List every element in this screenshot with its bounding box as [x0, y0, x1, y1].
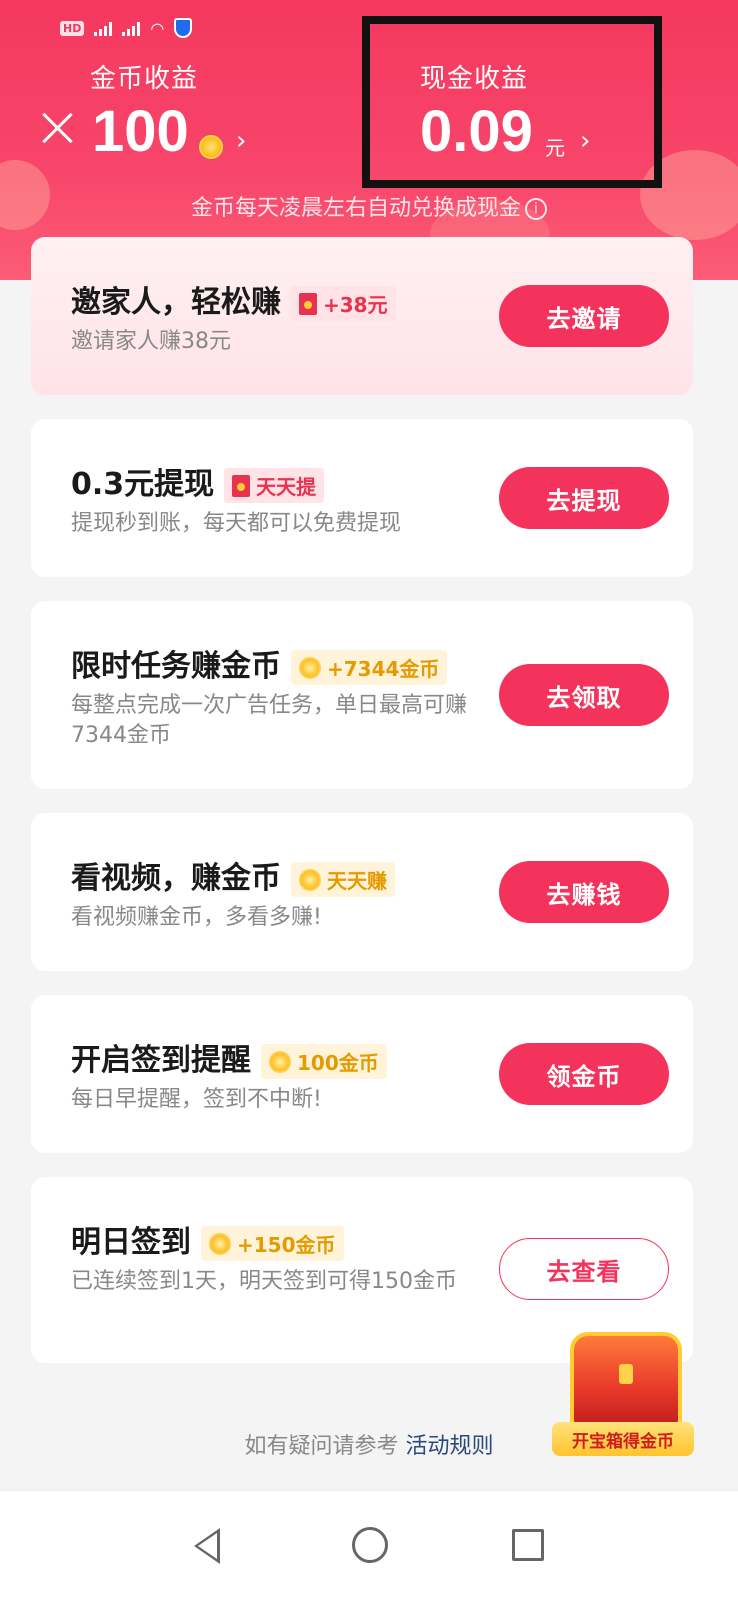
badge-text: 天天赚 — [327, 869, 387, 893]
back-icon[interactable] — [194, 1528, 220, 1564]
chevron-right-icon[interactable]: › — [236, 126, 246, 156]
badge-text: +7344金币 — [327, 657, 440, 681]
badge-text: 100金币 — [297, 1051, 379, 1075]
rules-link[interactable]: 活动规则 — [406, 1434, 494, 1459]
task-card-reminder: 开启签到提醒 100金币 每日早提醒，签到不中断! 领金币 — [31, 995, 693, 1153]
task-badge: +150金币 — [201, 1226, 344, 1261]
info-icon[interactable]: i — [525, 198, 547, 220]
task-title: 限时任务赚金币 +7344金币 — [71, 641, 448, 685]
task-desc: 提现秒到账，每天都可以免费提现 — [71, 511, 402, 536]
task-card-limited: 限时任务赚金币 +7344金币 每整点完成一次广告任务，单日最高可赚7344金币 … — [31, 601, 693, 789]
red-envelope-icon — [232, 474, 251, 497]
task-desc: 邀请家人赚38元 — [71, 329, 231, 354]
task-card-invite: 邀家人，轻松赚 +38元 邀请家人赚38元 去邀请 — [31, 237, 693, 395]
coin-earnings-value[interactable]: 100 — [92, 98, 189, 165]
task-desc: 每整点完成一次广告任务，单日最高可赚7344金币 — [71, 693, 468, 748]
exchange-note: 金币每天凌晨左右自动兑换成现金 i — [0, 190, 738, 222]
task-desc: 看视频赚金币，多看多赚! — [71, 905, 322, 930]
treasure-chest-button[interactable]: 开宝箱得金币 — [552, 1312, 702, 1472]
task-title: 0.3元提现 天天提 — [71, 459, 325, 503]
task-title: 明日签到 +150金币 — [71, 1217, 344, 1261]
coin-icon — [299, 868, 321, 891]
close-icon[interactable] — [38, 108, 78, 148]
coin-icon — [299, 656, 321, 679]
hd-icon: HD — [60, 20, 85, 36]
task-desc: 已连续签到1天，明天签到可得150金币 — [71, 1269, 457, 1294]
task-card-video: 看视频，赚金币 天天赚 看视频赚金币，多看多赚! 去赚钱 — [31, 813, 693, 971]
task-title-text: 明日签到 — [71, 1225, 191, 1260]
task-title: 邀家人，轻松赚 +38元 — [71, 277, 396, 321]
withdraw-button[interactable]: 去提现 — [499, 467, 669, 529]
claim-button[interactable]: 去领取 — [499, 664, 669, 726]
highlight-box — [362, 16, 662, 188]
status-bar: HD ◠ — [60, 16, 193, 40]
treasure-chest-label: 开宝箱得金币 — [552, 1422, 694, 1456]
task-badge: +7344金币 — [291, 650, 448, 685]
recent-apps-icon[interactable] — [512, 1529, 544, 1561]
badge-text: +38元 — [323, 293, 388, 317]
system-nav-bar — [0, 1490, 738, 1600]
task-desc: 每日早提醒，签到不中断! — [71, 1087, 322, 1112]
view-button[interactable]: 去查看 — [499, 1238, 669, 1300]
task-title-text: 限时任务赚金币 — [71, 649, 281, 684]
badge-text: 天天提 — [256, 475, 317, 499]
home-icon[interactable] — [352, 1527, 388, 1563]
task-title: 开启签到提醒 100金币 — [71, 1035, 387, 1079]
rules-note-text: 如有疑问请参考 — [244, 1434, 399, 1459]
get-coins-button[interactable]: 领金币 — [499, 1043, 669, 1105]
wifi-icon: ◠ — [150, 18, 165, 38]
task-card-withdraw: 0.3元提现 天天提 提现秒到账，每天都可以免费提现 去提现 — [31, 419, 693, 577]
task-badge: 天天赚 — [291, 862, 395, 897]
task-title: 看视频，赚金币 天天赚 — [71, 853, 395, 897]
treasure-chest-icon — [570, 1332, 682, 1428]
shield-icon — [174, 18, 193, 38]
task-badge: 天天提 — [224, 468, 325, 503]
exchange-note-text: 金币每天凌晨左右自动兑换成现金 — [190, 196, 521, 221]
task-title-text: 0.3元提现 — [71, 467, 215, 502]
earn-button[interactable]: 去赚钱 — [499, 861, 669, 923]
signal-icon — [122, 20, 141, 36]
badge-text: +150金币 — [237, 1233, 336, 1257]
coin-earnings-label: 金币收益 — [90, 64, 199, 94]
task-title-text: 邀家人，轻松赚 — [71, 285, 281, 320]
coin-icon — [209, 1232, 231, 1255]
coin-icon — [269, 1050, 291, 1073]
signal-icon — [94, 20, 113, 36]
task-title-text: 看视频，赚金币 — [71, 861, 281, 896]
invite-button[interactable]: 去邀请 — [499, 285, 669, 347]
task-badge: 100金币 — [261, 1044, 387, 1079]
red-envelope-icon — [299, 292, 317, 315]
task-title-text: 开启签到提醒 — [71, 1043, 251, 1078]
coin-icon — [199, 135, 223, 159]
task-badge: +38元 — [291, 286, 396, 321]
